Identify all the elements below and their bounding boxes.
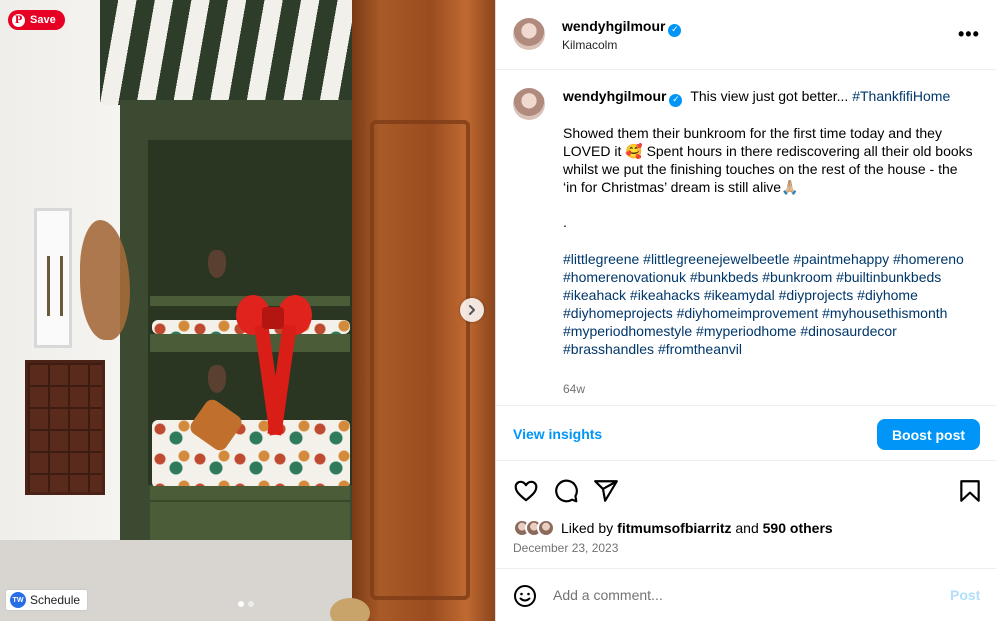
comment-icon[interactable] [553, 478, 579, 504]
schedule-button[interactable]: TW Schedule [5, 589, 89, 611]
caption-headline-hashtag[interactable]: #ThankfifiHome [852, 88, 950, 104]
likes-liker[interactable]: fitmumsofbiarritz [617, 520, 731, 536]
photo-wall-lamp [208, 365, 226, 393]
likes-prefix: Liked by [561, 520, 614, 536]
caption-hashtags[interactable]: #littlegreene #littlegreenejewelbeetle #… [563, 250, 973, 358]
likes-joiner: and [731, 520, 763, 536]
pinterest-save-button[interactable]: P Save [8, 10, 65, 30]
insights-bar: View insights Boost post [496, 405, 996, 461]
header-username-row: wendyhgilmour ✓ [562, 18, 682, 37]
schedule-label: Schedule [30, 593, 81, 607]
post-comment-button[interactable]: Post [950, 587, 980, 603]
carousel-dot-active [238, 601, 244, 607]
chevron-right-icon [469, 305, 475, 315]
post-date[interactable]: December 23, 2023 [513, 541, 618, 555]
caption-headline-text: This view just got better... [690, 88, 853, 104]
post-actions [496, 474, 996, 506]
carousel-dot [248, 601, 254, 607]
heart-icon[interactable] [513, 478, 539, 504]
photo-door-panel [370, 120, 470, 600]
caption-body: Showed them their bunkroom for the first… [563, 125, 973, 195]
more-options-icon[interactable]: ••• [958, 25, 980, 43]
comment-bar: Post [496, 568, 996, 621]
verified-badge-icon: ✓ [668, 23, 682, 37]
carousel-indicator [238, 601, 254, 607]
photo-framed-letter [34, 208, 72, 348]
pinterest-icon: P [12, 13, 25, 27]
post-image[interactable]: P Save TW Schedule [0, 0, 495, 621]
header-username[interactable]: wendyhgilmour [562, 18, 665, 34]
avatar[interactable] [513, 18, 545, 50]
photo-striped-ceiling [100, 0, 360, 105]
caption-time-ago[interactable]: 64w [563, 382, 585, 396]
photo-bow-knot [262, 307, 284, 329]
caption-separator: . [563, 214, 567, 230]
avatar [537, 519, 555, 537]
photo-wall-lamp [208, 250, 226, 278]
bookmark-icon[interactable] [957, 478, 983, 504]
emoji-icon[interactable] [513, 584, 537, 608]
post-caption: wendyhgilmour ✓ This view just got better… [513, 86, 983, 406]
header-location[interactable]: Kilmacolm [562, 38, 617, 52]
verified-badge-icon: ✓ [669, 93, 683, 107]
liker-avatars [513, 519, 555, 537]
carousel-next-button[interactable] [460, 298, 484, 322]
tailwind-icon: TW [10, 592, 26, 608]
photo-display-shelf [25, 360, 105, 495]
caption-avatar[interactable] [513, 88, 545, 120]
caption-username[interactable]: wendyhgilmour [563, 88, 666, 104]
likes-others[interactable]: 590 others [763, 520, 833, 536]
post-header: wendyhgilmour ✓ Kilmacolm ••• [496, 0, 996, 70]
boost-post-button[interactable]: Boost post [877, 419, 980, 450]
likes-summary[interactable]: Liked by fitmumsofbiarritz and 590 other… [513, 517, 833, 539]
caption-headline: wendyhgilmour ✓ This view just got better… [563, 88, 950, 107]
photo-bottom-mattress [152, 420, 350, 488]
share-icon[interactable] [593, 478, 619, 504]
photo-top-bunk-frame [150, 334, 350, 352]
view-insights-link[interactable]: View insights [513, 426, 602, 442]
photo-bottom-bunk-frame [150, 486, 350, 500]
comment-input[interactable] [553, 587, 923, 603]
pinterest-save-label: Save [30, 14, 56, 26]
photo-door-knob [330, 598, 370, 621]
post-details-panel: wendyhgilmour ✓ Kilmacolm ••• wendyhgilmo… [495, 0, 996, 621]
photo-under-bed-drawer [150, 500, 350, 540]
